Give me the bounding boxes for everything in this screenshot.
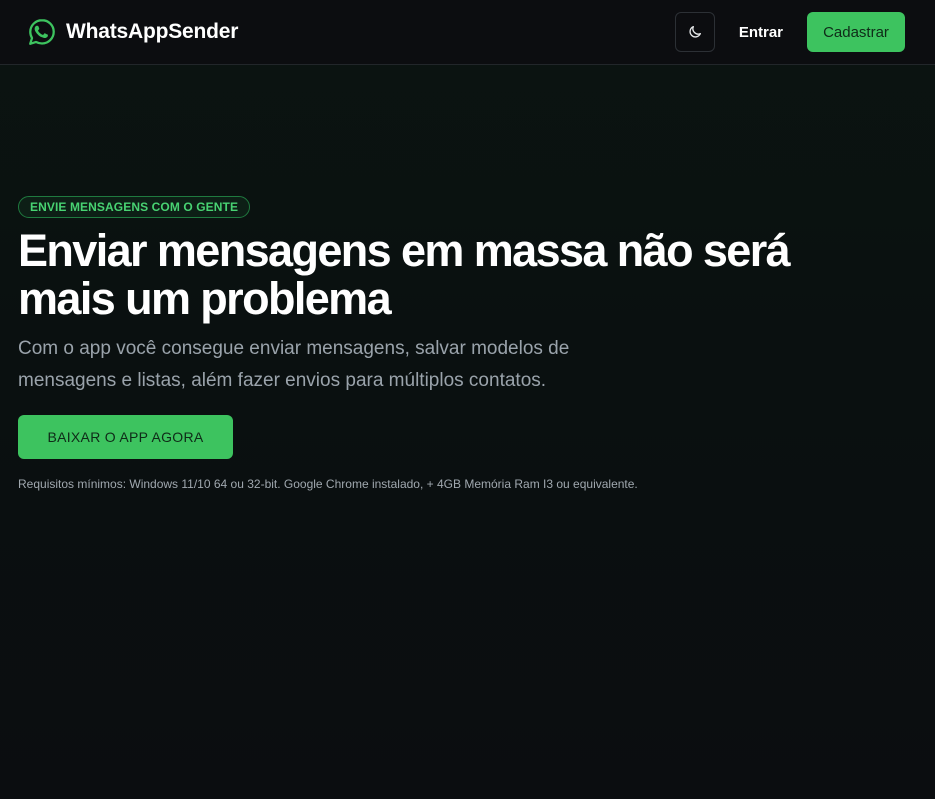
hero-description: Com o app você consegue enviar mensagens…: [18, 338, 570, 391]
whatsapp-icon: [29, 19, 55, 45]
hero-badge: ENVIE MENSAGENS COM O GENTE: [18, 196, 251, 218]
hero-headline: Enviar mensagens em massa não será mais …: [18, 225, 791, 324]
landing-page: WhatsAppSender Entrar Cadastrar ENVIE ME…: [0, 0, 935, 799]
hero-section: ENVIE MENSAGENS COM O GENTE Enviar mensa…: [18, 196, 918, 491]
top-navbar: WhatsAppSender Entrar Cadastrar: [0, 0, 935, 65]
system-requirements: Requisitos mínimos: Windows 11/10 64 ou …: [18, 477, 638, 491]
download-app-button[interactable]: BAIXAR O APP AGORA: [18, 415, 233, 459]
brand[interactable]: WhatsAppSender: [28, 18, 238, 46]
theme-toggle-button[interactable]: [674, 12, 715, 52]
login-link[interactable]: Entrar: [739, 24, 783, 41]
header-actions: Entrar Cadastrar: [674, 12, 905, 52]
brand-name: WhatsAppSender: [66, 20, 239, 43]
signup-button[interactable]: Cadastrar: [807, 12, 905, 52]
moon-icon: [689, 26, 701, 38]
